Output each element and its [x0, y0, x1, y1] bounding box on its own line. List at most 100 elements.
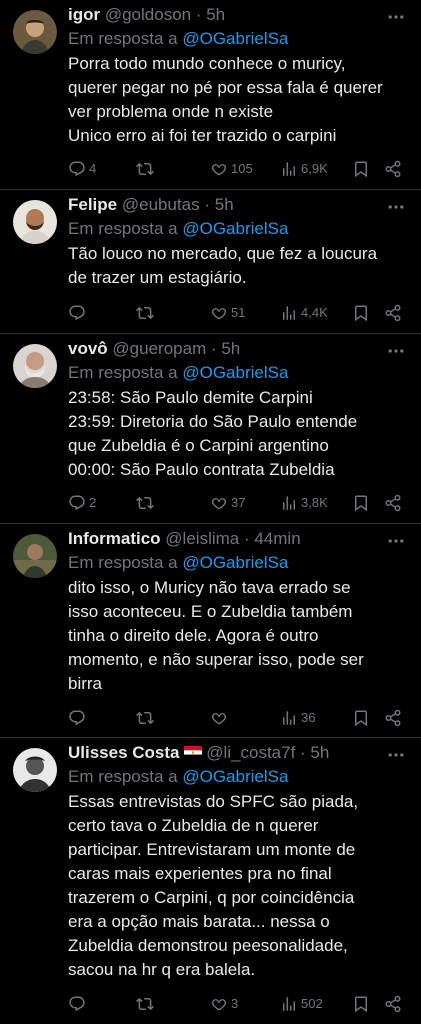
bookmark-button[interactable]	[352, 492, 370, 514]
views-button[interactable]: 3,8K	[280, 492, 328, 514]
text-line: tinha o direito dele. Agora é outro	[68, 626, 319, 645]
retweet-button[interactable]	[136, 707, 157, 729]
like-button[interactable]	[210, 707, 231, 729]
share-icon	[384, 304, 402, 322]
in-reply-to: Em resposta a @OGabrielSa	[68, 552, 288, 574]
text-line: era a opção mais barata... nessa o	[68, 912, 330, 931]
reply-card[interactable]: Felipe @eubutas · 5h Em resposta a @OGab…	[0, 190, 421, 334]
avatar[interactable]	[13, 200, 57, 244]
timestamp[interactable]: · 5h	[211, 339, 240, 358]
reply-button[interactable]	[68, 302, 89, 324]
like-button[interactable]: 105	[210, 158, 253, 180]
reply-bubble-icon	[68, 709, 86, 727]
bookmark-button[interactable]	[352, 707, 370, 729]
bookmark-button[interactable]	[352, 302, 370, 324]
share-icon	[384, 160, 402, 178]
more-dots-icon[interactable]	[385, 7, 407, 27]
text-line: Unico erro ai foi ter trazido o carpini	[68, 126, 337, 145]
timestamp[interactable]: · 44min	[244, 529, 301, 548]
text-line: de trazer um estagiário.	[68, 268, 247, 287]
retweet-button[interactable]	[136, 993, 157, 1015]
author-handle[interactable]: @gueropam	[112, 339, 206, 358]
reply-card[interactable]: vovô @gueropam · 5h Em resposta a @OGabr…	[0, 334, 421, 524]
text-line: caras mais experientes pra no final	[68, 864, 332, 883]
reply-button[interactable]: 2	[68, 492, 96, 514]
share-button[interactable]	[384, 707, 402, 729]
share-button[interactable]	[384, 993, 402, 1015]
retweet-icon	[136, 494, 154, 512]
share-button[interactable]	[384, 492, 402, 514]
mention-link[interactable]: @OGabrielSa	[182, 219, 288, 238]
text-line: birra	[68, 674, 103, 693]
more-dots-icon[interactable]	[385, 531, 407, 551]
in-reply-to: Em resposta a @OGabrielSa	[68, 218, 288, 240]
mention-link[interactable]: @OGabrielSa	[182, 767, 288, 786]
views-button[interactable]: 36	[280, 707, 315, 729]
reply-header: Ulisses Costa @li_costa7f · 5h	[68, 742, 411, 764]
reply-button[interactable]	[68, 993, 89, 1015]
reply-bubble-icon	[68, 995, 86, 1013]
mention-link[interactable]: @OGabrielSa	[182, 29, 288, 48]
reply-header: vovô @gueropam · 5h	[68, 338, 411, 360]
in-reply-prefix: Em resposta a	[68, 363, 178, 382]
text-line: querer pegar no pé por essa fala é quere…	[68, 78, 383, 97]
like-count: 51	[231, 305, 246, 320]
reply-text: Tão louco no mercado, que fez a loucura …	[68, 242, 413, 290]
bookmark-button[interactable]	[352, 158, 370, 180]
share-button[interactable]	[384, 158, 402, 180]
mention-link[interactable]: @OGabrielSa	[182, 363, 288, 382]
author-name[interactable]: igor	[68, 5, 100, 24]
retweet-button[interactable]	[136, 302, 157, 324]
views-button[interactable]: 6,9K	[280, 158, 328, 180]
reply-card[interactable]: Ulisses Costa @li_costa7f · 5h Em respos…	[0, 738, 421, 1024]
more-dots-icon[interactable]	[385, 745, 407, 765]
reply-button[interactable]	[68, 707, 89, 729]
in-reply-to: Em resposta a @OGabrielSa	[68, 28, 288, 50]
bookmark-button[interactable]	[352, 993, 370, 1015]
reply-card[interactable]: igor @goldoson · 5h Em resposta a @OGabr…	[0, 0, 421, 190]
reply-bubble-icon	[68, 160, 86, 178]
timestamp[interactable]: · 5h	[204, 195, 233, 214]
author-handle[interactable]: @li_costa7f	[206, 743, 295, 762]
more-dots-icon[interactable]	[385, 341, 407, 361]
author-handle[interactable]: @goldoson	[105, 5, 191, 24]
author-name[interactable]: Informatico	[68, 529, 161, 548]
author-name[interactable]: Ulisses Costa	[68, 743, 180, 762]
avatar[interactable]	[13, 10, 57, 54]
egypt-flag-icon	[183, 746, 202, 759]
bookmark-icon	[352, 494, 370, 512]
share-button[interactable]	[384, 302, 402, 324]
author-name[interactable]: vovô	[68, 339, 108, 358]
reply-button[interactable]: 4	[68, 158, 96, 180]
mention-link[interactable]: @OGabrielSa	[182, 553, 288, 572]
text-line: certo tava o Zubeldia de n querer	[68, 816, 319, 835]
like-button[interactable]: 37	[210, 492, 245, 514]
author-handle[interactable]: @eubutas	[122, 195, 200, 214]
like-button[interactable]: 3	[210, 993, 238, 1015]
text-line: momento, e não superar isso, pode ser	[68, 650, 364, 669]
in-reply-to: Em resposta a @OGabrielSa	[68, 362, 288, 384]
retweet-button[interactable]	[136, 492, 157, 514]
retweet-button[interactable]	[136, 158, 157, 180]
avatar[interactable]	[13, 748, 57, 792]
views-count: 502	[301, 996, 323, 1011]
author-handle[interactable]: @leislima	[165, 529, 239, 548]
like-count: 105	[231, 161, 253, 176]
views-button[interactable]: 502	[280, 993, 323, 1015]
timestamp[interactable]: · 5h	[196, 5, 225, 24]
reply-text: 23:58: São Paulo demite Carpini 23:59: D…	[68, 386, 413, 482]
author-name[interactable]: Felipe	[68, 195, 117, 214]
more-dots-icon[interactable]	[385, 197, 407, 217]
like-button[interactable]: 51	[210, 302, 245, 324]
reply-text: Porra todo mundo conhece o muricy, quere…	[68, 52, 413, 148]
views-bar-icon	[280, 995, 298, 1013]
views-button[interactable]: 4,4K	[280, 302, 328, 324]
action-bar: 4 105 6,9K	[68, 158, 407, 180]
reply-card[interactable]: Informatico @leislima · 44min Em respost…	[0, 524, 421, 738]
text-line: isso aconteceu. E o Zubeldia também	[68, 602, 353, 621]
timestamp[interactable]: · 5h	[300, 743, 329, 762]
text-line: participar. Entrevistaram um monte de	[68, 840, 356, 859]
avatar[interactable]	[13, 534, 57, 578]
text-line: ver problema onde n existe	[68, 102, 274, 121]
avatar[interactable]	[13, 344, 57, 388]
